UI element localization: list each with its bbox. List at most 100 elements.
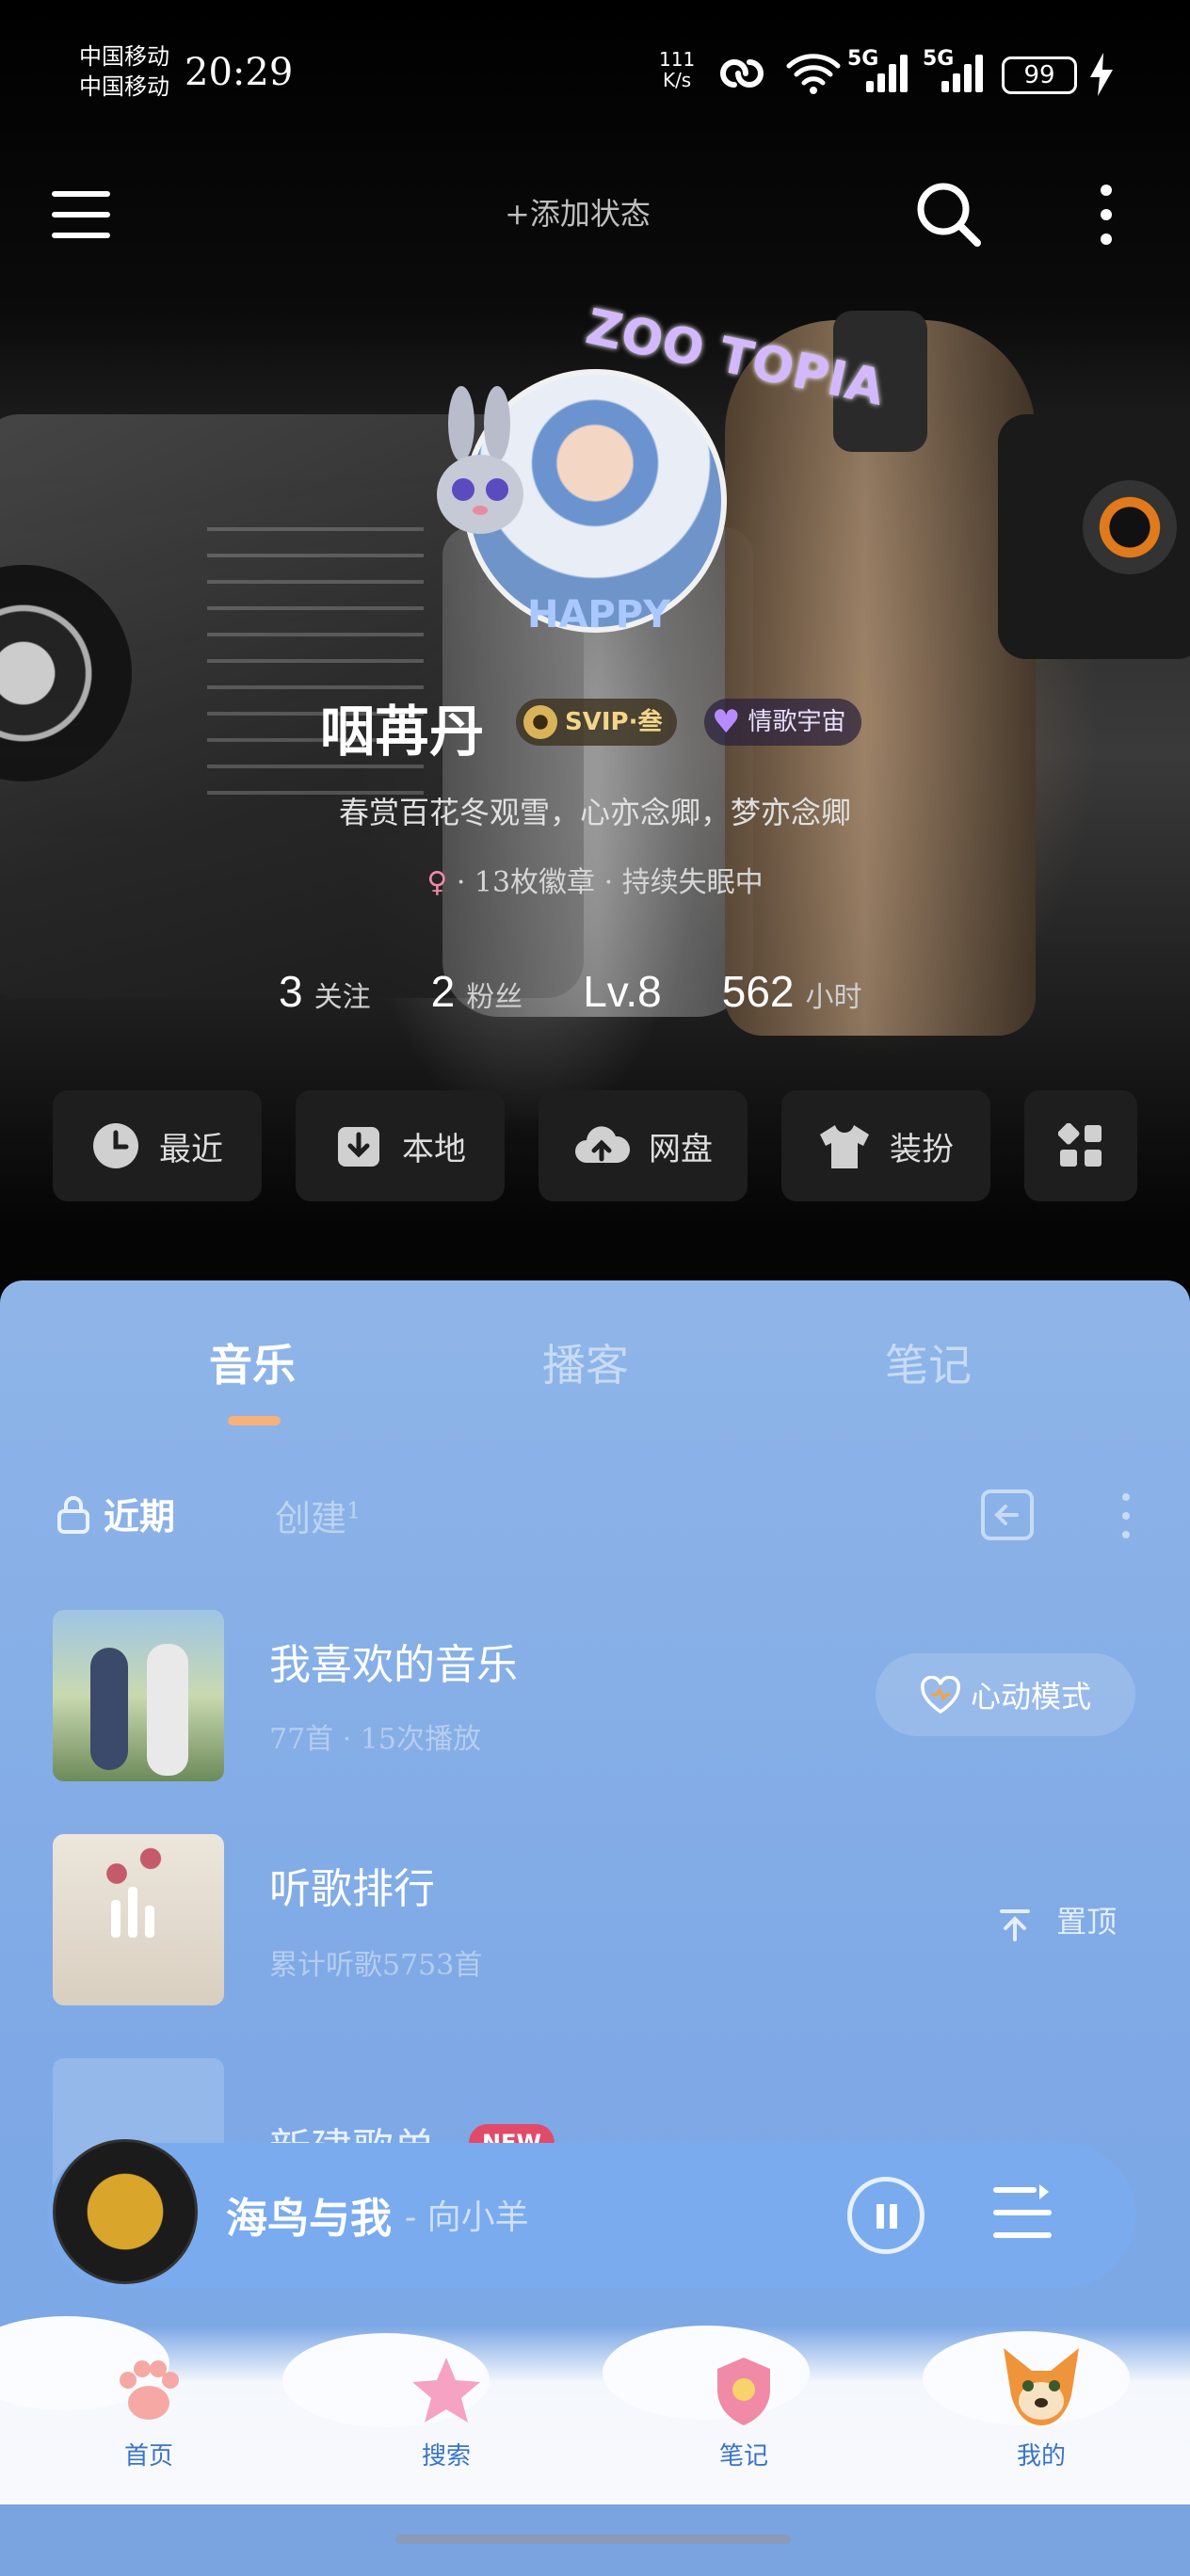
background-radio-image: [998, 414, 1190, 659]
net-speed-value: 111: [659, 48, 696, 71]
love-universe-badge[interactable]: ♥ 情歌宇宙: [704, 699, 861, 746]
import-playlist-icon[interactable]: [979, 1488, 1036, 1542]
svip-badge[interactable]: SVIP·叁: [516, 699, 678, 746]
stat-hours-num: 562: [721, 967, 795, 1016]
wifi-icon: [786, 54, 841, 94]
tshirt-icon: [820, 1125, 869, 1168]
search-icon[interactable]: [913, 179, 985, 250]
subtab-recent[interactable]: 近期: [56, 1488, 175, 1539]
subtab-created-count: 1: [346, 1497, 362, 1524]
hamburger-icon[interactable]: [51, 185, 111, 245]
carrier-2: 中国移动: [79, 73, 169, 100]
carrier-1: 中国移动: [79, 43, 169, 70]
pause-button[interactable]: [847, 2177, 925, 2254]
now-playing-artist: - 向小羊: [405, 2198, 529, 2237]
clock-icon: [93, 1123, 138, 1168]
signal-2-bars-icon: [941, 55, 990, 92]
pin-top-icon: [1000, 1908, 1030, 1941]
badge-count-text: · 13枚徽章 · 持续失眠中: [456, 866, 764, 899]
stat-followers-num: 2: [430, 967, 456, 1016]
now-playing-disc[interactable]: [53, 2139, 198, 2284]
tab-indicator: [228, 1416, 281, 1425]
stat-following[interactable]: 3 关注: [279, 966, 371, 1017]
stat-hours-label: 小时: [805, 981, 862, 1014]
tab-notes[interactable]: 笔记: [885, 1331, 972, 1393]
mini-player[interactable]: [47, 2143, 1135, 2288]
star-icon: [412, 2358, 480, 2423]
quick-dressup-button[interactable]: 装扮: [781, 1090, 990, 1201]
hd-link-icon: [720, 59, 764, 88]
tab-music[interactable]: 音乐: [209, 1331, 296, 1393]
username[interactable]: 咽苒丹: [320, 687, 484, 766]
quick-more-button[interactable]: [1024, 1090, 1137, 1201]
nav-search-label: 搜索: [421, 2442, 471, 2471]
pin-top-button[interactable]: 置顶: [998, 1898, 1117, 1941]
stat-following-label: 关注: [314, 981, 371, 1014]
carrier-labels: 中国移动 中国移动: [79, 41, 169, 102]
fox-icon: [1004, 2348, 1079, 2425]
more-vertical-icon[interactable]: [1117, 1489, 1135, 1542]
now-playing-song[interactable]: 海鸟与我: [226, 2184, 392, 2245]
heartbeat-mode-button[interactable]: 心动模式: [876, 1653, 1135, 1736]
net-speed-unit: K/s: [662, 69, 692, 91]
playlist-ranking-title[interactable]: 听歌排行: [269, 1855, 435, 1915]
quick-recent-button[interactable]: 最近: [53, 1090, 262, 1201]
status-bar: 中国移动 中国移动 20:29 111 K/s 5G 5G 99: [0, 38, 1190, 113]
heart-icon: ♥: [712, 703, 741, 741]
stat-level-num: Lv.8: [583, 967, 662, 1016]
nav-me-label: 我的: [1016, 2442, 1066, 2471]
quick-local-button[interactable]: 本地: [296, 1090, 505, 1201]
playlist-liked-cover[interactable]: [53, 1610, 224, 1781]
net-speed: 111 K/s: [659, 49, 695, 90]
profile-bio: 春赏百花冬观雪，心亦念卿，梦亦念卿: [338, 795, 851, 830]
subtab-created-label: 创建: [275, 1498, 347, 1539]
nav-search[interactable]: 搜索: [390, 2354, 503, 2471]
gender-female-icon: ♀: [426, 866, 448, 899]
apps-grid-icon: [1058, 1123, 1102, 1167]
profile-stats: 3 关注 2 粉丝 Lv.8 562 小时: [279, 966, 922, 1017]
avatar-sticker-happy: HAPPY: [527, 593, 671, 636]
stat-level[interactable]: Lv.8: [583, 966, 662, 1017]
charging-icon: [1090, 53, 1113, 96]
download-icon: [338, 1127, 379, 1167]
heart-pulse-icon: [921, 1676, 960, 1714]
lock-icon: [57, 1495, 89, 1534]
playlist-liked-title[interactable]: 我喜欢的音乐: [269, 1631, 518, 1691]
playlist-ranking-subtitle: 累计听歌5753首: [269, 1949, 483, 1982]
nav-notes-label: 笔记: [718, 2442, 768, 2471]
cloud-upload-icon: [575, 1126, 630, 1163]
stat-followers[interactable]: 2 粉丝: [431, 966, 523, 1017]
playlist-queue-icon[interactable]: [992, 2182, 1053, 2243]
bunny-sticker-icon: [437, 386, 523, 534]
nav-notes[interactable]: 笔记: [687, 2354, 800, 2471]
quick-local-label: 本地: [402, 1130, 466, 1168]
quick-cloud-label: 网盘: [649, 1130, 713, 1168]
signal-1-bars-icon: [866, 55, 915, 92]
add-status-button[interactable]: +添加状态: [505, 190, 651, 233]
stat-listen-hours[interactable]: 562 小时: [722, 966, 862, 1017]
quick-recent-label: 最近: [159, 1130, 223, 1168]
quick-dressup-label: 装扮: [890, 1130, 954, 1168]
battery-indicator: 99: [1002, 56, 1077, 94]
playlist-ranking-cover[interactable]: [53, 1834, 224, 2005]
paw-icon: [120, 2360, 179, 2420]
badge-icon: [717, 2358, 770, 2425]
subtab-recent-label: 近期: [104, 1496, 176, 1538]
nav-home[interactable]: 首页: [92, 2354, 205, 2471]
background-bottle-image: [725, 311, 1036, 1036]
pin-top-label: 置顶: [1056, 1904, 1118, 1940]
profile-meta[interactable]: ♀ · 13枚徽章 · 持续失眠中: [0, 859, 1190, 900]
nav-me[interactable]: 我的: [985, 2339, 1098, 2471]
svip-badge-label: SVIP·叁: [565, 708, 663, 736]
stat-followers-label: 粉丝: [466, 981, 523, 1014]
subtab-created[interactable]: 创建1: [275, 1489, 361, 1541]
home-indicator[interactable]: [395, 2535, 791, 2544]
stat-following-num: 3: [279, 967, 303, 1016]
quick-cloud-button[interactable]: 网盘: [539, 1090, 748, 1201]
tab-podcast[interactable]: 播客: [542, 1331, 629, 1393]
more-vertical-icon[interactable]: [1094, 181, 1118, 249]
heartbeat-mode-label: 心动模式: [970, 1679, 1091, 1715]
nav-home-label: 首页: [123, 2442, 173, 2471]
status-time: 20:29: [185, 51, 294, 94]
love-badge-label: 情歌宇宙: [748, 708, 846, 736]
